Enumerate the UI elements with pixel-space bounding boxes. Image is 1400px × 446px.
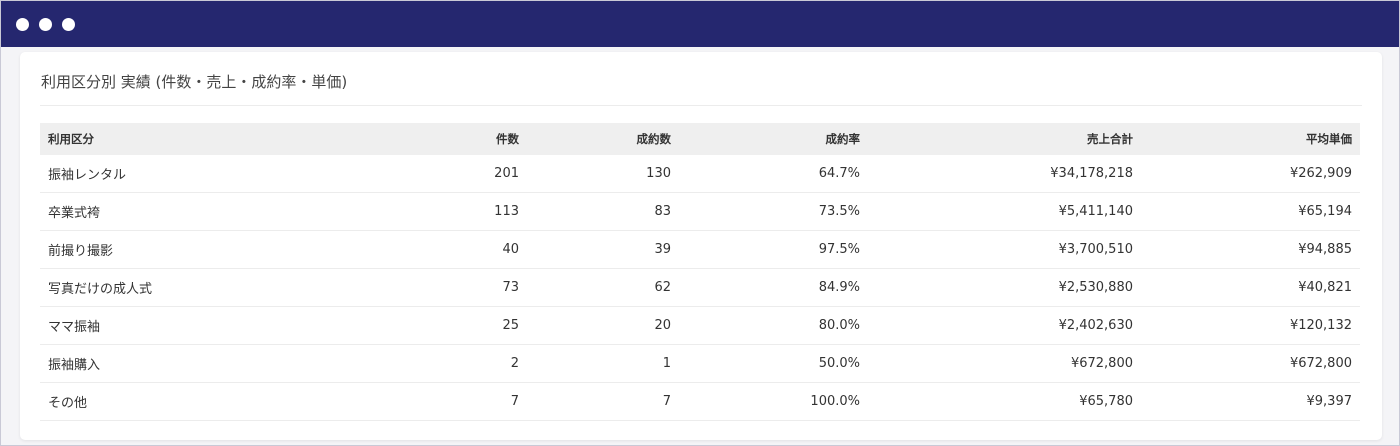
results-card: 利用区分別 実績 (件数・売上・成約率・単価) 利用区分 件数 成約数 成約率 … — [20, 52, 1382, 440]
cell-average-price: ¥40,821 — [1141, 268, 1360, 307]
card-title: 利用区分別 実績 (件数・売上・成約率・単価) — [40, 52, 1362, 106]
cell-contracts: 1 — [527, 344, 679, 383]
cell-count: 2 — [397, 344, 527, 383]
cell-contracts: 62 — [527, 268, 679, 307]
cell-contract-rate: 100.0% — [679, 382, 868, 421]
cell-contracts: 39 — [527, 230, 679, 269]
cell-contract-rate: 97.5% — [679, 230, 868, 269]
cell-count: 73 — [397, 268, 527, 307]
cell-contracts: 83 — [527, 192, 679, 231]
cell-average-price: ¥672,800 — [1141, 344, 1360, 383]
cell-sales-total: ¥5,411,140 — [868, 192, 1141, 231]
cell-average-price: ¥9,397 — [1141, 382, 1360, 421]
cell-category: 振袖購入 — [40, 344, 397, 383]
cell-category: その他 — [40, 382, 397, 421]
cell-contract-rate: 64.7% — [679, 155, 868, 193]
app-window: 利用区分別 実績 (件数・売上・成約率・単価) 利用区分 件数 成約数 成約率 … — [0, 0, 1400, 446]
cell-contract-rate: 73.5% — [679, 192, 868, 231]
table-row: 卒業式袴 113 83 73.5% ¥5,411,140 ¥65,194 — [40, 192, 1360, 231]
cell-contract-rate: 84.9% — [679, 268, 868, 307]
cell-sales-total: ¥3,700,510 — [868, 230, 1141, 269]
cell-sales-total: ¥2,530,880 — [868, 268, 1141, 307]
cell-average-price: ¥120,132 — [1141, 306, 1360, 345]
table-row: 写真だけの成人式 73 62 84.9% ¥2,530,880 ¥40,821 — [40, 268, 1360, 307]
table-row: 前撮り撮影 40 39 97.5% ¥3,700,510 ¥94,885 — [40, 230, 1360, 269]
window-control-dot[interactable] — [16, 17, 29, 31]
cell-average-price: ¥262,909 — [1141, 155, 1360, 193]
cell-category: ママ振袖 — [40, 306, 397, 345]
cell-contract-rate: 80.0% — [679, 306, 868, 345]
column-header-contracts[interactable]: 成約数 — [527, 123, 679, 155]
column-header-contract-rate[interactable]: 成約率 — [679, 123, 868, 155]
cell-contracts: 7 — [527, 382, 679, 421]
table-row: 振袖レンタル 201 130 64.7% ¥34,178,218 ¥262,90… — [40, 155, 1360, 193]
cell-sales-total: ¥65,780 — [868, 382, 1141, 421]
cell-category: 振袖レンタル — [40, 155, 397, 193]
cell-sales-total: ¥2,402,630 — [868, 306, 1141, 345]
window-control-dot[interactable] — [39, 17, 52, 31]
cell-average-price: ¥65,194 — [1141, 192, 1360, 231]
table-row: その他 7 7 100.0% ¥65,780 ¥9,397 — [40, 382, 1360, 421]
cell-contract-rate: 50.0% — [679, 344, 868, 383]
window-control-dot[interactable] — [62, 17, 75, 31]
column-header-count[interactable]: 件数 — [397, 123, 527, 155]
column-header-sales-total[interactable]: 売上合計 — [868, 123, 1141, 155]
cell-count: 113 — [397, 192, 527, 231]
cell-sales-total: ¥34,178,218 — [868, 155, 1141, 193]
cell-category: 卒業式袴 — [40, 192, 397, 231]
window-titlebar — [1, 1, 1399, 47]
cell-count: 40 — [397, 230, 527, 269]
cell-category: 前撮り撮影 — [40, 230, 397, 269]
cell-contracts: 130 — [527, 155, 679, 193]
cell-count: 7 — [397, 382, 527, 421]
table-header-row: 利用区分 件数 成約数 成約率 売上合計 平均単価 — [40, 123, 1360, 155]
cell-average-price: ¥94,885 — [1141, 230, 1360, 269]
cell-category: 写真だけの成人式 — [40, 268, 397, 307]
column-header-category[interactable]: 利用区分 — [40, 123, 397, 155]
table-row: ママ振袖 25 20 80.0% ¥2,402,630 ¥120,132 — [40, 306, 1360, 345]
results-table: 利用区分 件数 成約数 成約率 売上合計 平均単価 振袖レンタル 201 130… — [40, 123, 1360, 421]
column-header-average-price[interactable]: 平均単価 — [1141, 123, 1360, 155]
cell-count: 201 — [397, 155, 527, 193]
cell-contracts: 20 — [527, 306, 679, 345]
table-row: 振袖購入 2 1 50.0% ¥672,800 ¥672,800 — [40, 344, 1360, 383]
cell-count: 25 — [397, 306, 527, 345]
cell-sales-total: ¥672,800 — [868, 344, 1141, 383]
